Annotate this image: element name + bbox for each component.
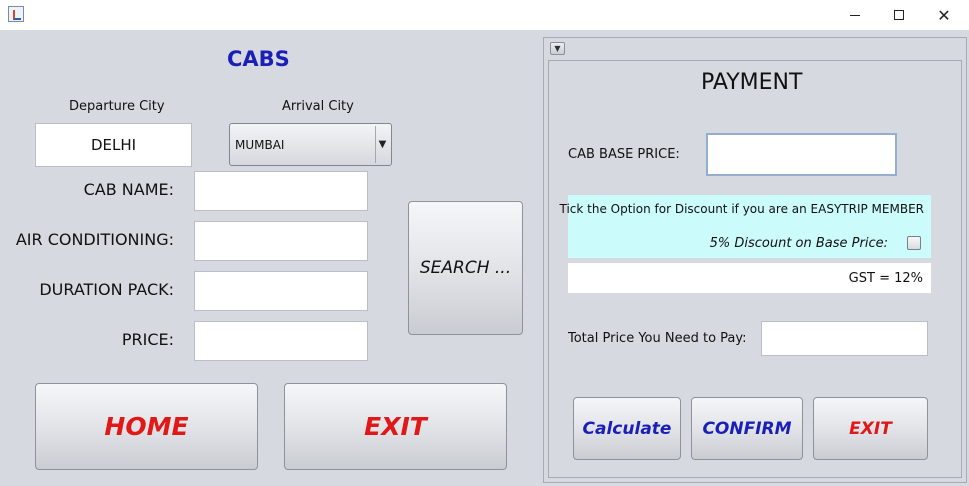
air-conditioning-field[interactable] (194, 221, 368, 261)
arrival-city-select[interactable]: MUMBAI ▼ (229, 123, 392, 166)
departure-city-label: Departure City (69, 99, 165, 114)
home-button[interactable]: HOME (35, 383, 258, 470)
maximize-icon (894, 10, 904, 20)
confirm-button[interactable]: CONFIRM (691, 397, 803, 460)
cabs-title: CABS (227, 47, 290, 71)
price-label: PRICE: (121, 330, 174, 349)
calculate-button[interactable]: Calculate (573, 397, 681, 460)
maximize-button[interactable] (876, 0, 922, 30)
total-price-field[interactable] (761, 321, 928, 356)
app-window: ✕ CABS Departure City Arrival City DELHI… (0, 0, 969, 486)
minimize-button[interactable] (832, 0, 878, 30)
discount-info-text: Tick the Option for Discount if you are … (559, 202, 924, 216)
search-button[interactable]: SEARCH ... (408, 201, 523, 335)
title-bar: ✕ (0, 0, 969, 30)
air-conditioning-label: AIR CONDITIONING: (15, 230, 174, 249)
cab-name-field[interactable] (194, 171, 368, 211)
discount-checkbox[interactable] (907, 236, 921, 250)
java-app-icon (8, 6, 24, 22)
discount-box: Tick the Option for Discount if you are … (559, 195, 931, 258)
payment-exit-button[interactable]: EXIT (813, 397, 928, 460)
cab-name-label: CAB NAME: (83, 180, 174, 199)
price-field[interactable] (194, 321, 368, 361)
departure-city-field[interactable]: DELHI (35, 123, 192, 167)
close-icon: ✕ (937, 5, 951, 25)
arrival-city-value: MUMBAI (235, 138, 285, 152)
exit-button[interactable]: EXIT (284, 383, 507, 470)
base-price-label: CAB BASE PRICE: (568, 147, 680, 162)
gst-text: GST = 12% (848, 271, 923, 286)
payment-title: PAYMENT (701, 70, 803, 95)
minimize-icon (850, 14, 860, 16)
duration-pack-label: DURATION PACK: (39, 280, 174, 299)
close-button[interactable]: ✕ (921, 0, 967, 30)
total-price-label: Total Price You Need to Pay: (568, 331, 747, 346)
base-price-field[interactable] (706, 133, 897, 176)
discount-option-label: 5% Discount on Base Price: (709, 236, 888, 251)
arrival-city-label: Arrival City (282, 99, 354, 114)
gst-field: GST = 12% (568, 263, 931, 293)
frame-menu-icon[interactable]: ▼ (550, 42, 565, 55)
duration-pack-field[interactable] (194, 271, 368, 311)
dropdown-arrow-icon[interactable]: ▼ (375, 126, 389, 163)
